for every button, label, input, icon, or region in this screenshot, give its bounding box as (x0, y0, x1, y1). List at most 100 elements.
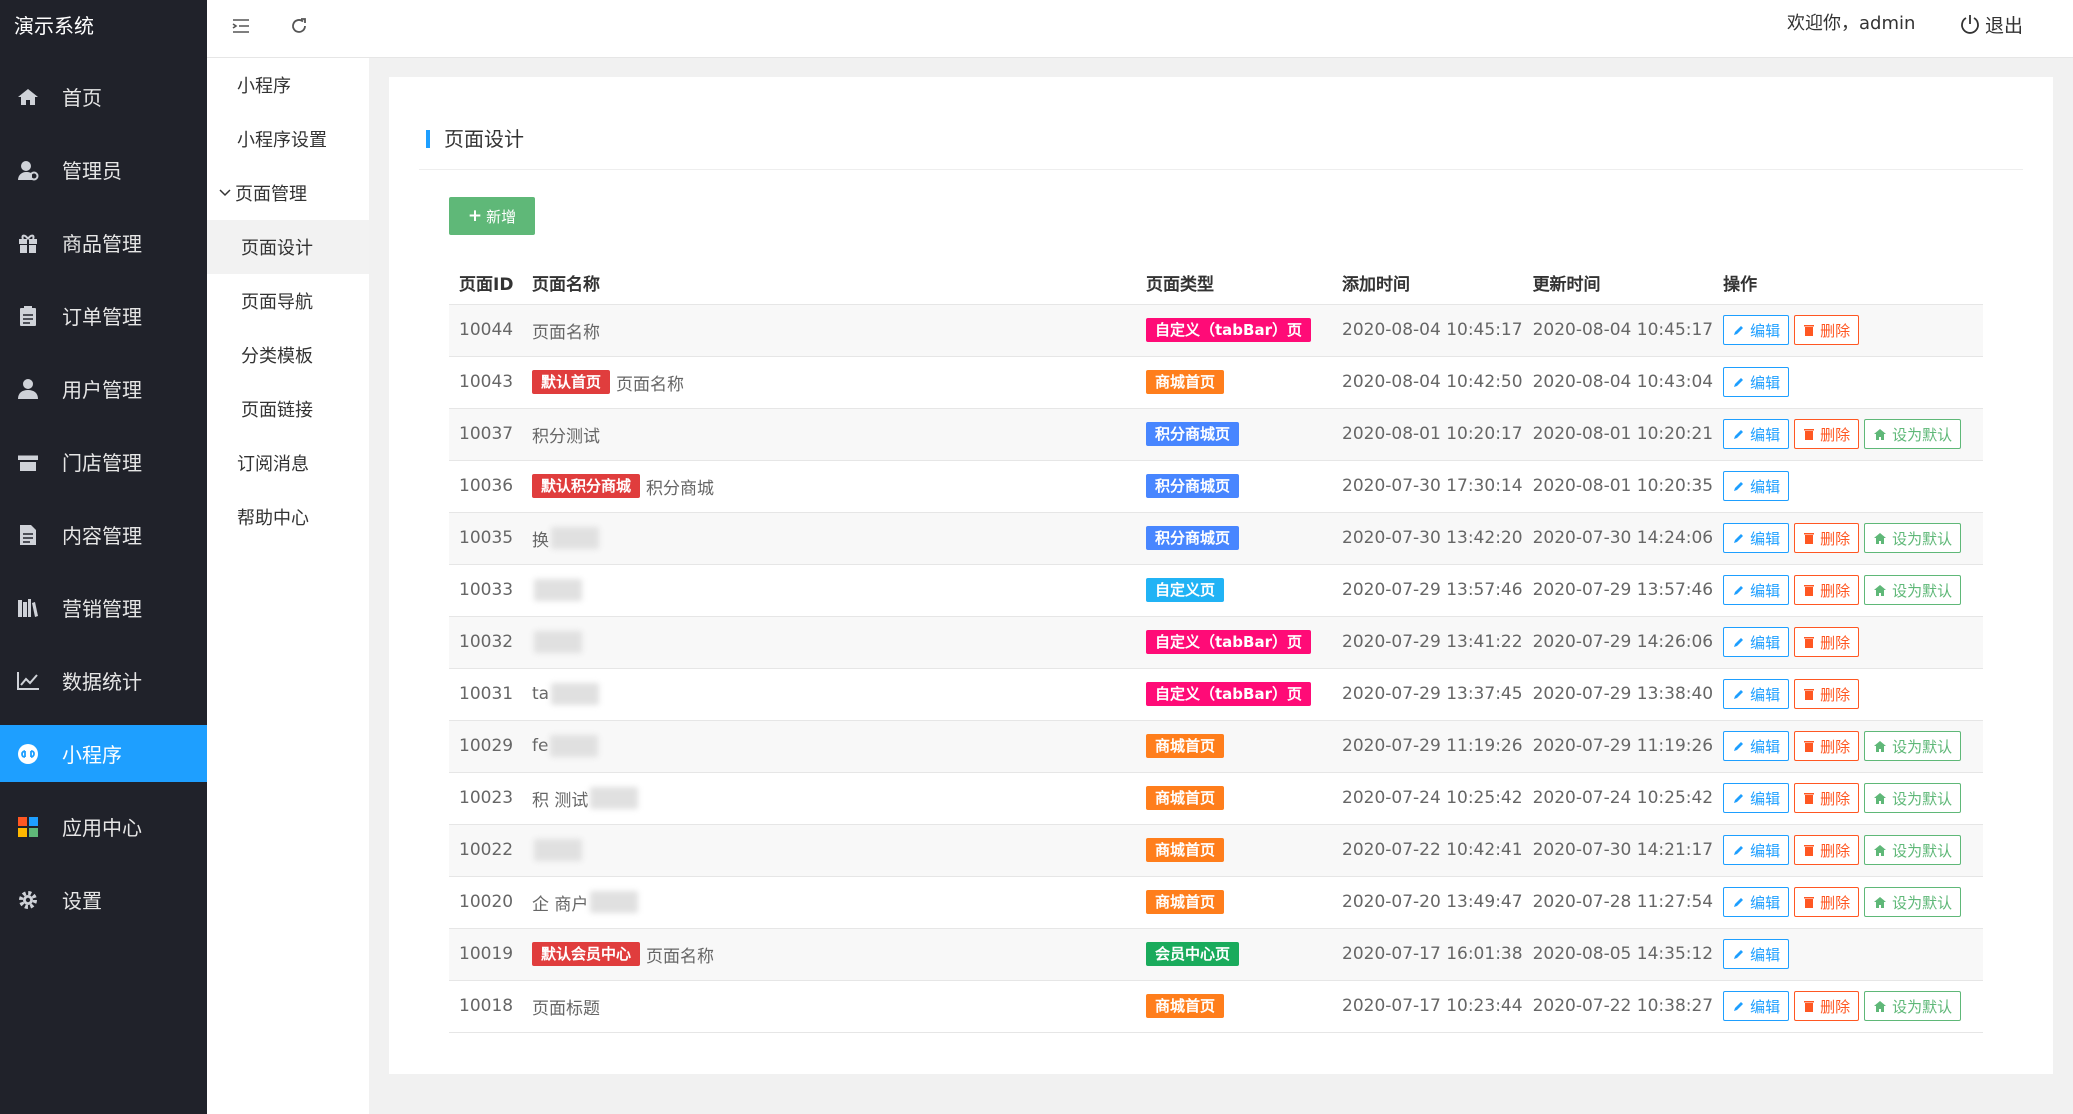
nav-item-10[interactable]: 应用中心 (0, 798, 207, 855)
nav-item-1[interactable]: 管理员 (0, 141, 207, 198)
edit-button[interactable]: 编辑 (1723, 471, 1790, 501)
set-default-button[interactable]: 设为默认 (1864, 783, 1962, 813)
nav-item-0[interactable]: 首页 (0, 68, 207, 125)
edit-button[interactable]: 编辑 (1723, 991, 1790, 1021)
action-label: 删除 (1820, 789, 1851, 808)
nav-item-9[interactable]: 小程序 (0, 725, 207, 782)
edit-button[interactable]: 编辑 (1723, 419, 1790, 449)
action-label: 删除 (1820, 841, 1851, 860)
menu-collapse-icon[interactable] (229, 14, 253, 38)
cell-name (522, 616, 1136, 669)
set-default-button[interactable]: 设为默认 (1864, 419, 1962, 449)
trash-icon (1803, 1000, 1815, 1013)
action-label: 删除 (1820, 321, 1851, 340)
pencil-icon (1732, 740, 1745, 753)
subnav-item-0[interactable]: 小程序 (207, 58, 369, 112)
table-row: 10036 默认积分商城 积分商城 积分商城页 2020-07-30 17:30:14 2… (449, 460, 1983, 513)
nav-item-label: 数据统计 (62, 670, 142, 694)
cell-name: 默认首页 页面名称 (522, 356, 1136, 409)
redacted-blur (550, 735, 599, 757)
edit-button[interactable]: 编辑 (1723, 523, 1790, 553)
delete-button[interactable]: 删除 (1794, 679, 1860, 709)
subnav-item-6[interactable]: 页面链接 (207, 382, 369, 436)
nav-item-3[interactable]: 订单管理 (0, 287, 207, 344)
subnav-item-5[interactable]: 分类模板 (207, 328, 369, 382)
cell-id: 10043 (449, 356, 522, 409)
delete-button[interactable]: 删除 (1794, 627, 1860, 657)
cell-added: 2020-07-29 13:41:22 (1332, 616, 1523, 669)
nav-item-6[interactable]: 内容管理 (0, 506, 207, 563)
line-chart-icon (14, 667, 42, 695)
cell-actions: 编辑 删除 设为默认 (1713, 824, 1983, 877)
app-title: 演示系统 (14, 14, 94, 38)
home-icon (1873, 532, 1887, 545)
edit-button[interactable]: 编辑 (1723, 887, 1790, 917)
trash-icon (1803, 428, 1815, 441)
cell-actions: 编辑 删除 设为默认 (1713, 720, 1983, 773)
edit-button[interactable]: 编辑 (1723, 679, 1790, 709)
delete-button[interactable]: 删除 (1794, 523, 1860, 553)
subnav-item-7[interactable]: 订阅消息 (207, 436, 369, 490)
action-group: 编辑 删除 (1723, 627, 1983, 657)
cell-updated: 2020-07-24 10:25:42 (1522, 772, 1714, 825)
nav-item-label: 设置 (62, 889, 102, 913)
delete-button[interactable]: 删除 (1794, 315, 1860, 345)
set-default-button[interactable]: 设为默认 (1864, 991, 1962, 1021)
nav-item-7[interactable]: 营销管理 (0, 579, 207, 636)
cell-updated: 2020-07-29 14:26:06 (1522, 616, 1714, 669)
add-button[interactable]: + 新增 (449, 197, 535, 235)
nav-item-4[interactable]: 用户管理 (0, 360, 207, 417)
delete-button[interactable]: 删除 (1794, 419, 1860, 449)
subnav-item-label: 分类模板 (241, 346, 313, 367)
subnav-item-3[interactable]: 页面设计 (207, 220, 369, 274)
edit-button[interactable]: 编辑 (1723, 783, 1790, 813)
edit-button[interactable]: 编辑 (1723, 731, 1790, 761)
delete-button[interactable]: 删除 (1794, 835, 1860, 865)
plus-icon: + (467, 206, 483, 226)
edit-button[interactable]: 编辑 (1723, 627, 1790, 657)
set-default-button[interactable]: 设为默认 (1864, 835, 1962, 865)
delete-button[interactable]: 删除 (1794, 575, 1860, 605)
action-group: 编辑 删除 (1723, 315, 1983, 345)
refresh-icon[interactable] (287, 14, 311, 38)
nav-item-label: 管理员 (62, 159, 122, 183)
set-default-button[interactable]: 设为默认 (1864, 575, 1962, 605)
subnav-item-8[interactable]: 帮助中心 (207, 490, 369, 544)
edit-button[interactable]: 编辑 (1723, 367, 1790, 397)
action-group: 编辑 (1723, 367, 1983, 397)
set-default-button[interactable]: 设为默认 (1864, 523, 1962, 553)
cell-type: 商城首页 (1136, 876, 1332, 929)
action-label: 编辑 (1750, 321, 1781, 340)
table-row: 10023 积 测试 商城首页 2020-07-24 10:25:42 2020-07-… (449, 772, 1983, 825)
edit-button[interactable]: 编辑 (1723, 835, 1790, 865)
table-row: 10033 自定义页 2020-07-29 13:57:46 2020-07-29 1… (449, 564, 1983, 617)
cell-type: 自定义（tabBar）页 (1136, 616, 1332, 669)
nav-item-2[interactable]: 商品管理 (0, 214, 207, 271)
cell-updated: 2020-07-30 14:21:17 (1522, 824, 1714, 877)
set-default-button[interactable]: 设为默认 (1864, 887, 1962, 917)
subnav-item-2[interactable]: 页面管理 (207, 166, 369, 220)
nav-item-11[interactable]: 设置 (0, 871, 207, 928)
cell-id: 10022 (449, 824, 522, 877)
type-badge: 积分商城页 (1146, 422, 1240, 446)
delete-button[interactable]: 删除 (1794, 783, 1860, 813)
edit-button[interactable]: 编辑 (1723, 575, 1790, 605)
action-group: 编辑 删除 设为默认 (1723, 887, 1983, 917)
cell-updated: 2020-08-04 10:45:17 (1522, 304, 1714, 357)
nav-item-8[interactable]: 数据统计 (0, 652, 207, 709)
page-name: ta (532, 684, 550, 704)
edit-button[interactable]: 编辑 (1723, 939, 1790, 969)
edit-button[interactable]: 编辑 (1723, 315, 1790, 345)
set-default-button[interactable]: 设为默认 (1864, 731, 1962, 761)
action-group: 编辑 删除 设为默认 (1723, 419, 1983, 449)
delete-button[interactable]: 删除 (1794, 991, 1860, 1021)
logout-button[interactable]: 退出 (1959, 0, 2023, 48)
subnav-item-1[interactable]: 小程序设置 (207, 112, 369, 166)
action-label: 删除 (1820, 997, 1851, 1016)
gear-icon (14, 886, 42, 914)
delete-button[interactable]: 删除 (1794, 887, 1860, 917)
delete-button[interactable]: 删除 (1794, 731, 1860, 761)
subnav-item-4[interactable]: 页面导航 (207, 274, 369, 328)
nav-item-5[interactable]: 门店管理 (0, 433, 207, 490)
cell-id: 10018 (449, 980, 522, 1033)
